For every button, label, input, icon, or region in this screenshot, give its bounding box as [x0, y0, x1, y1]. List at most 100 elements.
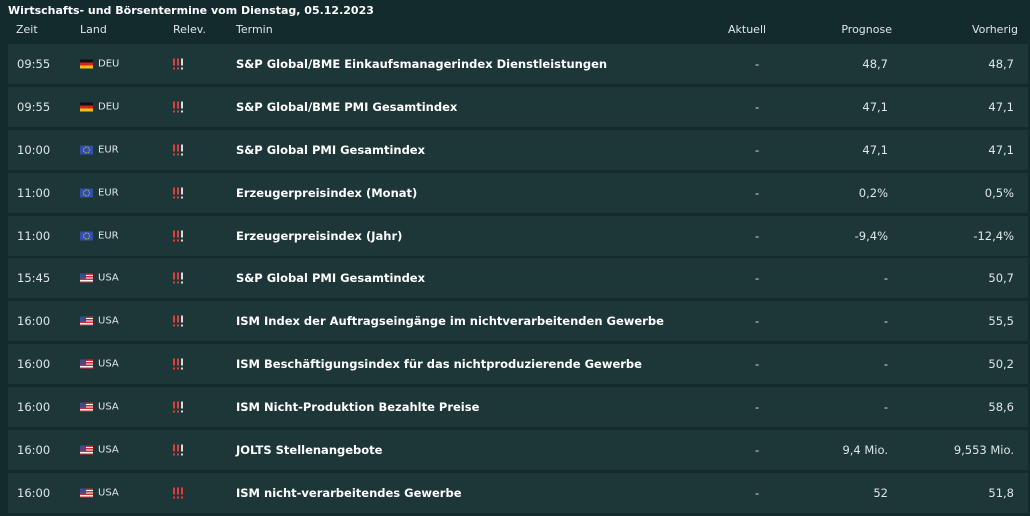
event-time: 11:00: [17, 185, 51, 200]
relevance-mark-icon: [181, 187, 183, 199]
previous-value: -12,4%: [973, 228, 1014, 243]
column-header-zeit[interactable]: Zeit: [16, 23, 38, 36]
relevance-indicator: [173, 144, 183, 156]
column-header-vorherig[interactable]: Vorherig: [972, 23, 1018, 36]
country-cell: USA: [80, 273, 119, 284]
actual-value: -: [755, 99, 760, 114]
relevance-mark-icon: [177, 401, 179, 413]
column-header-land[interactable]: Land: [80, 23, 107, 36]
event-title[interactable]: Erzeugerpreisindex (Monat): [236, 186, 417, 200]
relevance-indicator: [173, 315, 183, 327]
actual-value: -: [755, 314, 760, 329]
forecast-value: -: [883, 400, 888, 415]
country-cell: USA: [80, 445, 119, 456]
relevance-mark-icon: [181, 315, 183, 327]
country-code: EUR: [98, 187, 119, 199]
country-cell: EUR: [80, 187, 119, 198]
usa-flag-icon: [80, 445, 93, 455]
previous-value: 0,5%: [984, 185, 1014, 200]
relevance-mark-icon: [173, 487, 175, 499]
table-row[interactable]: 11:00 EUR Erzeugerpreisindex (Jahr) - -9…: [8, 215, 1028, 256]
event-time: 16:00: [17, 314, 51, 329]
relevance-mark-icon: [181, 230, 183, 242]
event-title[interactable]: ISM Nicht-Produktion Bezahlte Preise: [236, 400, 479, 414]
event-title[interactable]: S&P Global PMI Gesamtindex: [236, 143, 425, 157]
country-cell: DEU: [80, 59, 119, 70]
country-code: DEU: [98, 101, 120, 113]
actual-value: -: [755, 185, 760, 200]
previous-value: 47,1: [988, 142, 1014, 157]
table-header: Zeit Land Relev. Termin Aktuell Prognose…: [8, 21, 1028, 41]
event-title[interactable]: JOLTS Stellenangebote: [236, 443, 382, 457]
previous-value: 9,553 Mio.: [953, 443, 1014, 458]
event-time: 09:55: [17, 57, 51, 71]
relevance-mark-icon: [173, 315, 175, 327]
relevance-mark-icon: [173, 144, 175, 156]
usa-flag-icon: [80, 316, 93, 326]
relevance-mark-icon: [173, 444, 175, 456]
country-cell: EUR: [80, 230, 119, 241]
forecast-value: 48,7: [862, 57, 888, 71]
relevance-mark-icon: [173, 401, 175, 413]
event-title[interactable]: S&P Global PMI Gesamtindex: [236, 271, 425, 285]
relevance-indicator: [173, 444, 183, 456]
forecast-value: -9,4%: [854, 228, 888, 243]
event-title[interactable]: Erzeugerpreisindex (Jahr): [236, 229, 402, 243]
table-row[interactable]: 11:00 EUR Erzeugerpreisindex (Monat) - 0…: [8, 172, 1028, 213]
relevance-indicator: [173, 487, 183, 499]
forecast-value: 9,4 Mio.: [842, 443, 888, 458]
events-table: 09:55 DEU S&P Global/BME Einkaufsmanager…: [8, 44, 1028, 516]
table-row[interactable]: 15:45 USA S&P Global PMI Gesamtindex - -…: [8, 258, 1028, 299]
previous-value: 51,8: [988, 485, 1014, 500]
relevance-mark-icon: [181, 358, 183, 370]
forecast-value: -: [883, 314, 888, 329]
usa-flag-icon: [80, 273, 93, 283]
table-row[interactable]: 09:55 DEU S&P Global/BME Einkaufsmanager…: [8, 44, 1028, 84]
usa-flag-icon: [80, 402, 93, 412]
event-title[interactable]: S&P Global/BME PMI Gesamtindex: [236, 100, 457, 114]
relevance-mark-icon: [173, 358, 175, 370]
forecast-value: -: [883, 357, 888, 372]
actual-value: -: [755, 400, 760, 415]
relevance-indicator: [173, 58, 183, 70]
relevance-mark-icon: [177, 58, 179, 70]
country-cell: USA: [80, 359, 119, 370]
actual-value: -: [755, 57, 760, 71]
table-row[interactable]: 16:00 USA ISM Nicht-Produktion Bezahlte …: [8, 387, 1028, 428]
column-header-prognose[interactable]: Prognose: [841, 23, 892, 36]
column-header-aktuell[interactable]: Aktuell: [728, 23, 766, 36]
event-title[interactable]: S&P Global/BME Einkaufsmanagerindex Dien…: [236, 57, 607, 71]
table-row[interactable]: 16:00 USA ISM Beschäftigungsindex für da…: [8, 344, 1028, 385]
actual-value: -: [755, 485, 760, 500]
table-row[interactable]: 16:00 USA JOLTS Stellenangebote - 9,4 Mi…: [8, 430, 1028, 471]
relevance-mark-icon: [177, 444, 179, 456]
relevance-mark-icon: [181, 444, 183, 456]
table-row[interactable]: 09:55 DEU S&P Global/BME PMI Gesamtindex…: [8, 86, 1028, 127]
relevance-indicator: [173, 187, 183, 199]
country-code: USA: [98, 358, 119, 370]
usa-flag-icon: [80, 488, 93, 498]
eu-flag-icon: [80, 231, 93, 241]
event-title[interactable]: ISM Index der Auftragseingänge im nichtv…: [236, 314, 664, 328]
country-code: EUR: [98, 230, 119, 242]
relevance-mark-icon: [173, 272, 175, 284]
country-code: USA: [98, 444, 119, 456]
table-row[interactable]: 16:00 USA ISM Index der Auftragseingänge…: [8, 301, 1028, 342]
eu-flag-icon: [80, 188, 93, 198]
event-title[interactable]: ISM Beschäftigungsindex für das nichtpro…: [236, 357, 642, 371]
relevance-mark-icon: [177, 315, 179, 327]
relevance-mark-icon: [181, 401, 183, 413]
relevance-mark-icon: [177, 144, 179, 156]
table-row[interactable]: 10:00 EUR S&P Global PMI Gesamtindex - 4…: [8, 129, 1028, 170]
relevance-mark-icon: [177, 101, 179, 113]
event-title[interactable]: ISM nicht-verarbeitendes Gewerbe: [236, 486, 462, 500]
country-code: DEU: [98, 58, 120, 70]
column-header-termin[interactable]: Termin: [236, 23, 273, 36]
table-row[interactable]: 16:00 USA ISM nicht-verarbeitendes Gewer…: [8, 472, 1028, 513]
event-time: 16:00: [17, 443, 51, 458]
column-header-relevanz[interactable]: Relev.: [173, 23, 206, 36]
relevance-mark-icon: [177, 230, 179, 242]
relevance-mark-icon: [181, 487, 183, 499]
relevance-mark-icon: [177, 187, 179, 199]
forecast-value: 52: [873, 485, 888, 500]
